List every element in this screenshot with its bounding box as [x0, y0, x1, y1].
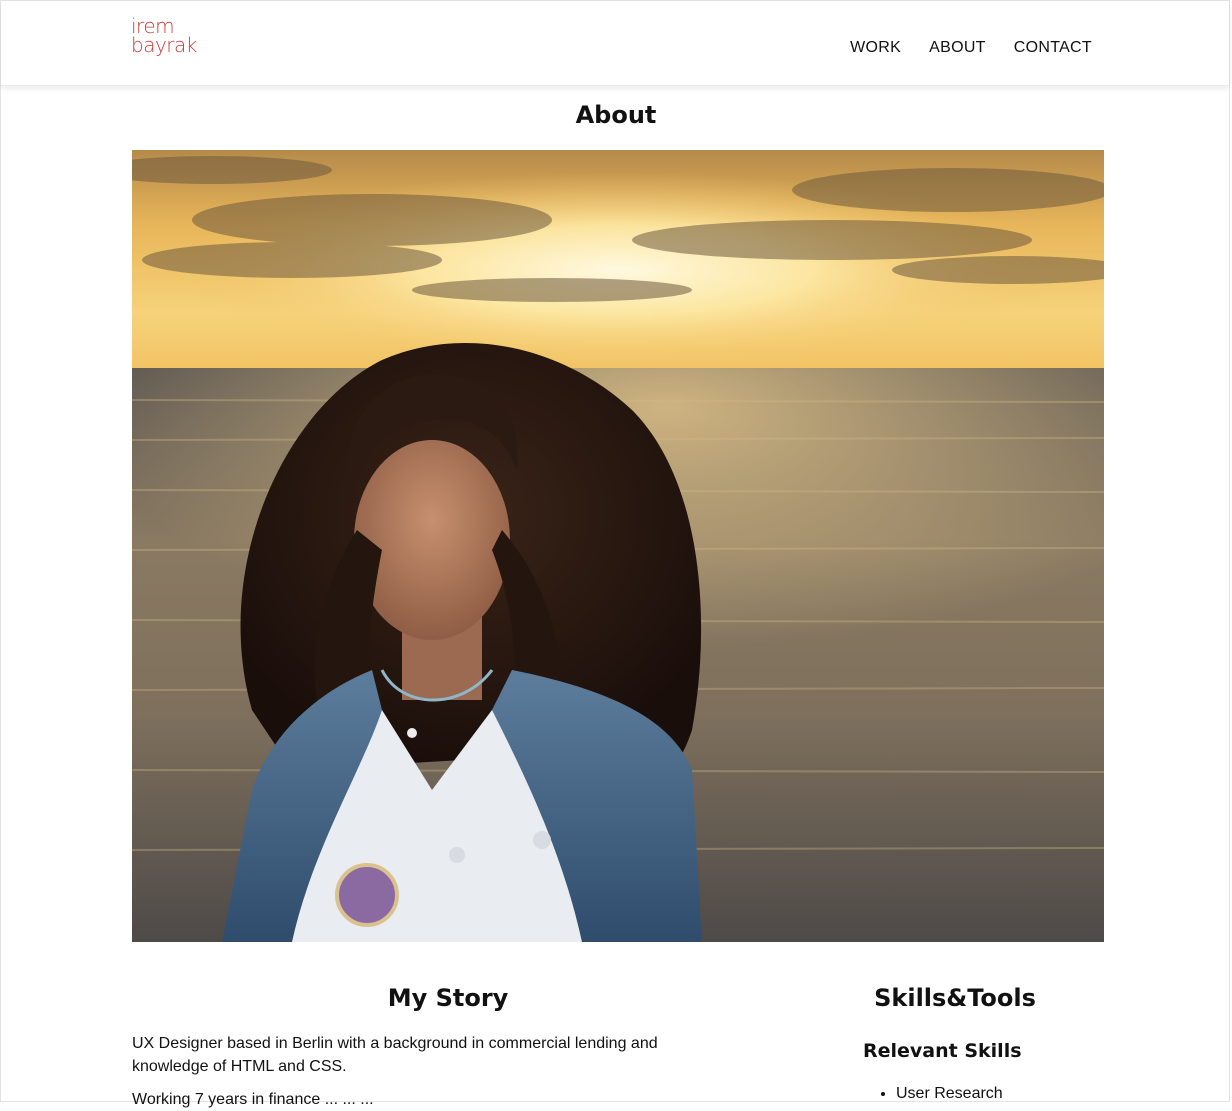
nav-about[interactable]: ABOUT — [929, 39, 986, 57]
relevant-skills-heading: Relevant Skills — [863, 1040, 1022, 1062]
main-nav: WORK ABOUT CONTACT — [850, 39, 1092, 57]
skills-tools-heading: Skills&Tools — [874, 984, 1036, 1012]
nav-contact[interactable]: CONTACT — [1014, 39, 1092, 57]
hero-photo-image — [132, 150, 1104, 942]
nav-work[interactable]: WORK — [850, 39, 901, 57]
my-story-heading: My Story — [387, 984, 509, 1012]
story-paragraph-2: Working 7 years in finance ... ... ... — [132, 1091, 374, 1108]
logo-line-2: bayrak — [131, 33, 197, 57]
story-paragraph-1: UX Designer based in Berlin with a backg… — [132, 1035, 658, 1075]
skill-item: User Research — [896, 1082, 1003, 1105]
logo[interactable]: irem bayrak — [131, 16, 197, 57]
hero-photo — [132, 150, 1104, 942]
page-title: About — [575, 101, 657, 129]
skills-list: User Research — [880, 1082, 1003, 1105]
site-header: irem bayrak WORK ABOUT CONTACT — [1, 1, 1229, 86]
